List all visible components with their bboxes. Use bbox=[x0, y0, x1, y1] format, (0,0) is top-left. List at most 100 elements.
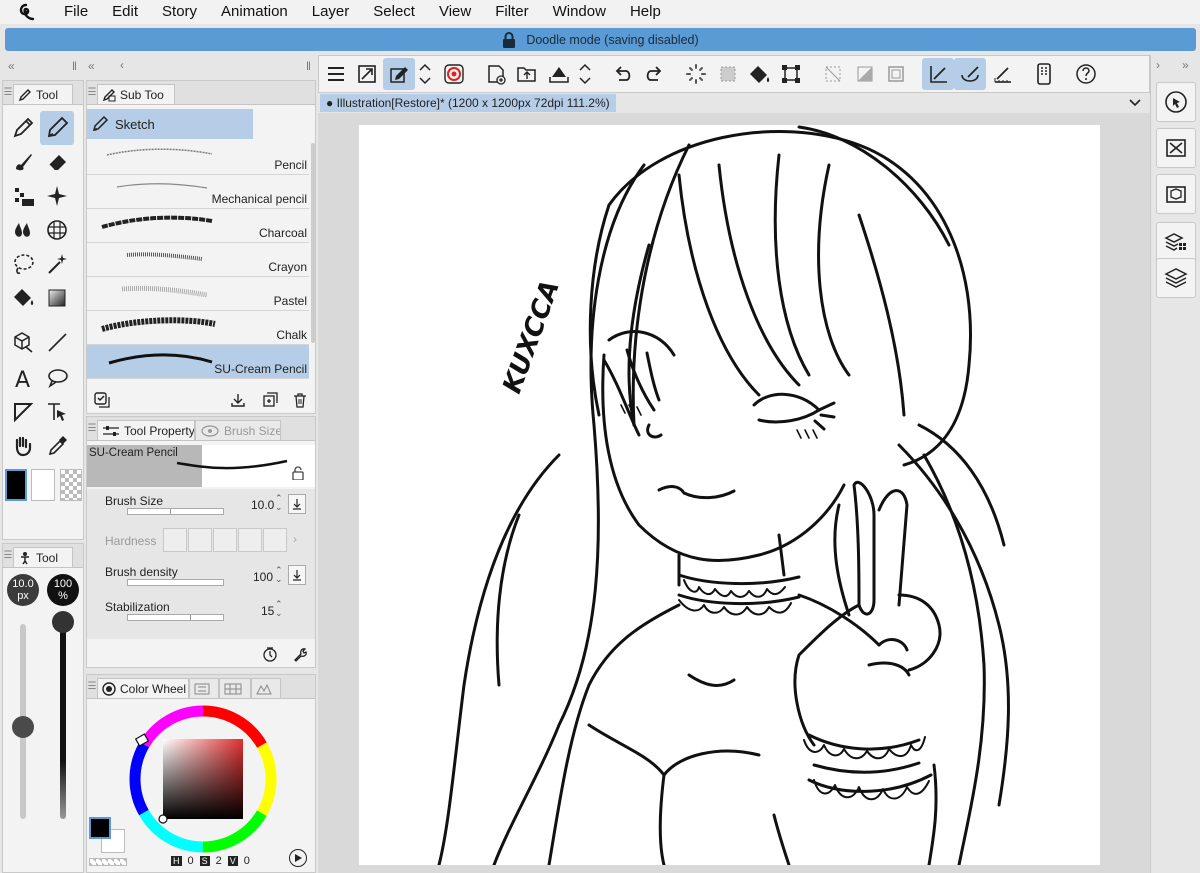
balloon-tool-button[interactable] bbox=[40, 361, 74, 395]
open-file-button[interactable] bbox=[511, 58, 543, 90]
3d-object-tool-button[interactable] bbox=[6, 325, 40, 359]
magic-wand-tool-button[interactable] bbox=[40, 247, 74, 281]
tool-settings-button[interactable] bbox=[383, 58, 415, 90]
fill-tool-button[interactable] bbox=[6, 281, 40, 315]
menu-select[interactable]: Select bbox=[361, 0, 427, 24]
layer-button[interactable] bbox=[1156, 258, 1196, 298]
ruler-toggle-button[interactable] bbox=[849, 58, 881, 90]
layer-property-button[interactable] bbox=[1156, 174, 1196, 214]
panel-menu-icon[interactable]: ☰ bbox=[3, 543, 13, 567]
panel-menu-icon[interactable]: ☰ bbox=[3, 80, 13, 104]
subtool-group-sketch[interactable]: Sketch bbox=[87, 109, 253, 139]
layer-search-button[interactable] bbox=[1156, 222, 1196, 262]
hand-tool-button[interactable] bbox=[6, 429, 40, 463]
brush-density-value[interactable]: 100 bbox=[253, 570, 273, 584]
brush-item-pencil[interactable]: Pencil bbox=[87, 141, 309, 175]
decoration-tool-button[interactable] bbox=[6, 179, 40, 213]
eyedropper-tool-button[interactable] bbox=[40, 429, 74, 463]
new-file-button[interactable] bbox=[480, 58, 512, 90]
tab-brush-size[interactable]: Brush Size bbox=[195, 420, 281, 440]
command-expand-button[interactable] bbox=[414, 58, 436, 90]
clip-studio-app-button[interactable] bbox=[438, 58, 470, 90]
play-icon[interactable] bbox=[289, 849, 307, 867]
snap-to-grid-button[interactable] bbox=[986, 58, 1018, 90]
redo-button[interactable] bbox=[638, 58, 670, 90]
collapse-left-icon[interactable]: « bbox=[8, 59, 15, 73]
line-tool-button[interactable] bbox=[40, 325, 74, 359]
save-button[interactable] bbox=[543, 58, 575, 90]
blend-tool-button[interactable] bbox=[6, 213, 40, 247]
opacity-slider-track[interactable] bbox=[60, 624, 66, 819]
opacity-slider-thumb[interactable] bbox=[52, 611, 74, 633]
dock-grip-icon[interactable]: ‖ bbox=[72, 59, 77, 73]
hardness-step[interactable] bbox=[238, 528, 262, 552]
clear-selection-button[interactable] bbox=[712, 58, 744, 90]
menu-animation[interactable]: Animation bbox=[209, 0, 300, 24]
clip-studio-logo-icon[interactable] bbox=[0, 0, 52, 24]
collapse-right-icon[interactable]: › bbox=[1156, 58, 1160, 72]
brush-density-stepper-icon[interactable]: ⌃ ⌄ bbox=[275, 566, 283, 584]
chevron-left-icon[interactable]: ‹ bbox=[120, 58, 124, 72]
frame-toggle-button[interactable] bbox=[880, 58, 912, 90]
smartphone-connect-button[interactable] bbox=[1028, 58, 1060, 90]
hardness-step[interactable] bbox=[263, 528, 287, 552]
menu-file[interactable]: File bbox=[52, 0, 100, 24]
sparkle-tool-button[interactable] bbox=[40, 179, 74, 213]
brush-item-su-cream-pencil[interactable]: SU-Cream Pencil bbox=[87, 345, 309, 379]
fit-canvas-button[interactable] bbox=[351, 58, 383, 90]
pencil-tool-button[interactable] bbox=[40, 111, 74, 145]
navigator-button[interactable] bbox=[1156, 82, 1196, 122]
menu-layer[interactable]: Layer bbox=[300, 0, 362, 24]
tab-color-slider[interactable] bbox=[189, 678, 219, 698]
main-color-chip[interactable] bbox=[5, 469, 27, 501]
main-color-swatch[interactable] bbox=[89, 817, 111, 839]
brush-size-value[interactable]: 10.0 bbox=[251, 498, 274, 512]
trash-icon[interactable] bbox=[289, 389, 311, 411]
menu-edit[interactable]: Edit bbox=[100, 0, 150, 24]
stabilization-value[interactable]: 15 bbox=[261, 604, 274, 618]
brush-size-pressure-icon[interactable] bbox=[288, 494, 306, 514]
unlock-icon[interactable] bbox=[290, 465, 306, 481]
brush-list-scrollbar[interactable] bbox=[311, 143, 315, 343]
hardness-step[interactable] bbox=[188, 528, 212, 552]
hardness-selector[interactable] bbox=[163, 528, 287, 552]
eraser-tool-button[interactable] bbox=[40, 145, 74, 179]
reset-icon[interactable] bbox=[261, 645, 279, 663]
tab-color-set[interactable] bbox=[219, 678, 251, 698]
transparent-color-chip[interactable] bbox=[60, 469, 82, 501]
grid-tool-button[interactable] bbox=[40, 213, 74, 247]
stabilization-stepper-icon[interactable]: ⌃ ⌄ bbox=[275, 600, 283, 618]
brush-item-crayon[interactable]: Crayon bbox=[87, 243, 309, 277]
brush-density-slider[interactable] bbox=[127, 579, 224, 586]
brush-density-pressure-icon[interactable] bbox=[288, 565, 306, 585]
menu-filter[interactable]: Filter bbox=[483, 0, 540, 24]
hardness-step[interactable] bbox=[213, 528, 237, 552]
tab-tool-property[interactable]: Tool Property bbox=[97, 420, 195, 440]
tab-tool[interactable]: Tool bbox=[13, 84, 73, 104]
undo-button[interactable] bbox=[607, 58, 639, 90]
tab-tool-2[interactable]: Tool bbox=[13, 547, 73, 567]
wrench-icon[interactable] bbox=[291, 645, 309, 663]
text-tool-button[interactable]: A bbox=[6, 361, 40, 395]
canvas-paper[interactable]: KUXCCA bbox=[359, 125, 1100, 865]
transparent-swatch[interactable] bbox=[89, 858, 127, 866]
menu-view[interactable]: View bbox=[427, 0, 483, 24]
lasso-tool-button[interactable] bbox=[6, 247, 40, 281]
brush-item-mechanical-pencil[interactable]: Mechanical pencil bbox=[87, 175, 309, 209]
collapse-left-icon[interactable]: « bbox=[88, 59, 95, 73]
panel-menu-icon[interactable]: ☰ bbox=[87, 416, 97, 440]
canvas-tab[interactable]: ● Illustration[Restore]* (1200 x 1200px … bbox=[320, 94, 616, 112]
menu-window[interactable]: Window bbox=[541, 0, 618, 24]
ruler-tool-button[interactable] bbox=[6, 395, 40, 429]
hardness-step[interactable] bbox=[163, 528, 187, 552]
pen-tool-button[interactable] bbox=[6, 111, 40, 145]
material-button[interactable] bbox=[1156, 128, 1196, 168]
dock-grip-icon[interactable]: ‖ bbox=[306, 59, 311, 73]
tab-color-wheel[interactable]: Color Wheel bbox=[97, 678, 189, 698]
help-button[interactable] bbox=[1070, 58, 1102, 90]
snap-to-ruler-button[interactable] bbox=[922, 58, 954, 90]
chevron-right-icon[interactable]: › bbox=[293, 532, 297, 546]
panel-menu-icon[interactable]: ☰ bbox=[87, 674, 97, 698]
object-tool-button[interactable] bbox=[40, 395, 74, 429]
hamburger-menu-button[interactable] bbox=[320, 58, 352, 90]
